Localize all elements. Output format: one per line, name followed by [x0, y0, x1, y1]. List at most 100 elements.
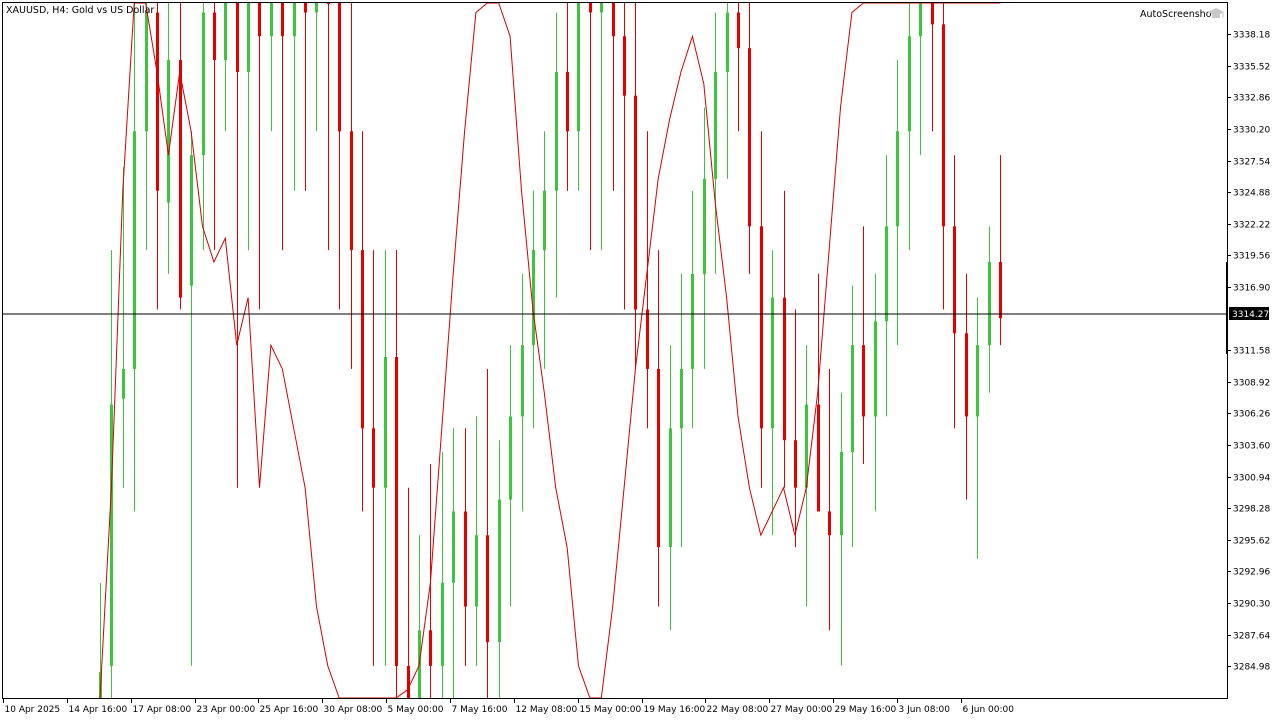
- candle-body: [202, 12, 205, 156]
- candle-body: [315, 3, 318, 13]
- candle-body: [498, 499, 501, 643]
- candle-body: [840, 452, 843, 536]
- candle-body: [258, 3, 261, 37]
- price-tick-label: 3308.92: [1233, 379, 1270, 389]
- candle-body: [817, 404, 820, 512]
- time-tick-label: 23 Apr 00:00: [197, 705, 256, 715]
- candle-body: [862, 345, 865, 417]
- candle-body: [908, 36, 911, 132]
- price-tick-label: 3332.86: [1233, 94, 1270, 104]
- candle-body: [293, 3, 296, 37]
- candle-body: [748, 48, 751, 227]
- time-tick-label: 14 Apr 16:00: [69, 705, 128, 715]
- candle-body: [270, 3, 273, 37]
- candle-body: [555, 71, 558, 191]
- candle-body: [976, 345, 979, 417]
- candle-body: [589, 3, 592, 13]
- candle-body: [429, 630, 432, 666]
- candle-body: [338, 3, 341, 132]
- time-tick-label: 25 Apr 16:00: [260, 705, 319, 715]
- candle-body: [236, 3, 239, 72]
- price-tick-label: 3319.56: [1233, 252, 1270, 262]
- price-tick-label: 3287.64: [1233, 632, 1270, 642]
- candle-body: [703, 178, 706, 274]
- candle-body: [566, 71, 569, 132]
- candle-body: [521, 345, 524, 417]
- candle-body: [407, 665, 410, 698]
- candle-body: [771, 297, 774, 429]
- candle-body: [919, 3, 922, 37]
- time-tick-label: 12 May 08:00: [516, 705, 578, 715]
- candle-body: [691, 273, 694, 369]
- candle-body: [999, 261, 1002, 319]
- price-tick-label: 3327.54: [1233, 158, 1270, 168]
- candle-body: [896, 131, 899, 227]
- price-tick-label: 3311.58: [1233, 347, 1270, 357]
- candle-body: [965, 333, 968, 417]
- candle-body: [156, 12, 159, 191]
- candle-body: [281, 3, 284, 37]
- time-tick-label: 22 May 08:00: [707, 705, 769, 715]
- price-tick-label: 3324.88: [1233, 189, 1270, 199]
- time-tick-label: 27 May 00:00: [771, 705, 833, 715]
- price-tick-label: 3303.60: [1233, 442, 1270, 452]
- candle-body: [509, 416, 512, 500]
- time-tick-label: 29 May 16:00: [835, 705, 897, 715]
- candle-body: [167, 60, 170, 203]
- current-price-label: 3314.27: [1232, 310, 1269, 320]
- price-tick-label: 3322.22: [1233, 221, 1270, 231]
- chart-frame[interactable]: 3338.18 3335.52 3332.86 3330.20 3327.54 3324.…: [0, 0, 1280, 720]
- chart-title: XAUUSD, H4: Gold vs US Dollar: [6, 5, 154, 16]
- time-tick-label: 3 Jun 08:00: [899, 705, 951, 715]
- price-tick-label: 3306.26: [1233, 410, 1270, 420]
- price-scale-marker: [1226, 262, 1228, 354]
- candle-body: [657, 368, 660, 548]
- price-tick-label: 3330.20: [1233, 126, 1270, 136]
- candle-body: [110, 404, 113, 666]
- price-tick-label: 3338.18: [1233, 31, 1270, 41]
- candle-body: [384, 357, 387, 488]
- candle-body: [327, 3, 330, 4]
- candle-body: [646, 309, 649, 369]
- candle-body: [851, 345, 854, 453]
- time-tick-label: 19 May 16:00: [644, 705, 706, 715]
- time-tick-label: 7 May 16:00: [452, 705, 508, 715]
- candle-body: [133, 131, 136, 369]
- candle-body: [372, 428, 375, 488]
- candle-body: [577, 3, 580, 132]
- candle-body: [224, 3, 227, 61]
- time-tick-label: 10 Apr 2025: [5, 705, 61, 715]
- candle-body: [179, 60, 182, 298]
- candle-body: [213, 12, 216, 61]
- candle-body: [623, 36, 626, 96]
- time-tick-label: 17 Apr 08:00: [133, 705, 192, 715]
- time-tick-label: 5 May 00:00: [388, 705, 444, 715]
- time-tick-label: 15 May 00:00: [580, 705, 642, 715]
- candle-body: [543, 190, 546, 251]
- price-axis-ticks: 3338.18 3335.52 3332.86 3330.20 3327.54 3324.…: [1227, 31, 1270, 673]
- candle-body: [794, 440, 797, 488]
- candle-body: [452, 511, 455, 583]
- price-tick-label: 3295.62: [1233, 537, 1270, 547]
- price-tick-label: 3300.94: [1233, 474, 1270, 484]
- candle-body: [942, 24, 945, 227]
- candle-body: [737, 12, 740, 49]
- time-tick-label: 6 Jun 00:00: [963, 705, 1015, 715]
- candle-body: [988, 261, 991, 346]
- candle-body: [247, 3, 250, 72]
- price-tick-label: 3290.30: [1233, 600, 1270, 610]
- candle-body: [441, 582, 444, 666]
- candle-body: [532, 250, 535, 346]
- candle-body: [760, 226, 763, 429]
- price-tick-label: 3335.52: [1233, 63, 1270, 73]
- candle-body: [669, 428, 672, 548]
- candle-body: [828, 511, 831, 536]
- candle-body: [612, 3, 615, 37]
- price-tick-label: 3284.98: [1233, 663, 1270, 673]
- candle-body: [122, 368, 125, 399]
- candle-body: [475, 535, 478, 607]
- candle-body: [874, 321, 877, 417]
- price-tick-label: 3298.28: [1233, 505, 1270, 515]
- candle-body: [361, 250, 364, 429]
- candle-body: [885, 226, 888, 322]
